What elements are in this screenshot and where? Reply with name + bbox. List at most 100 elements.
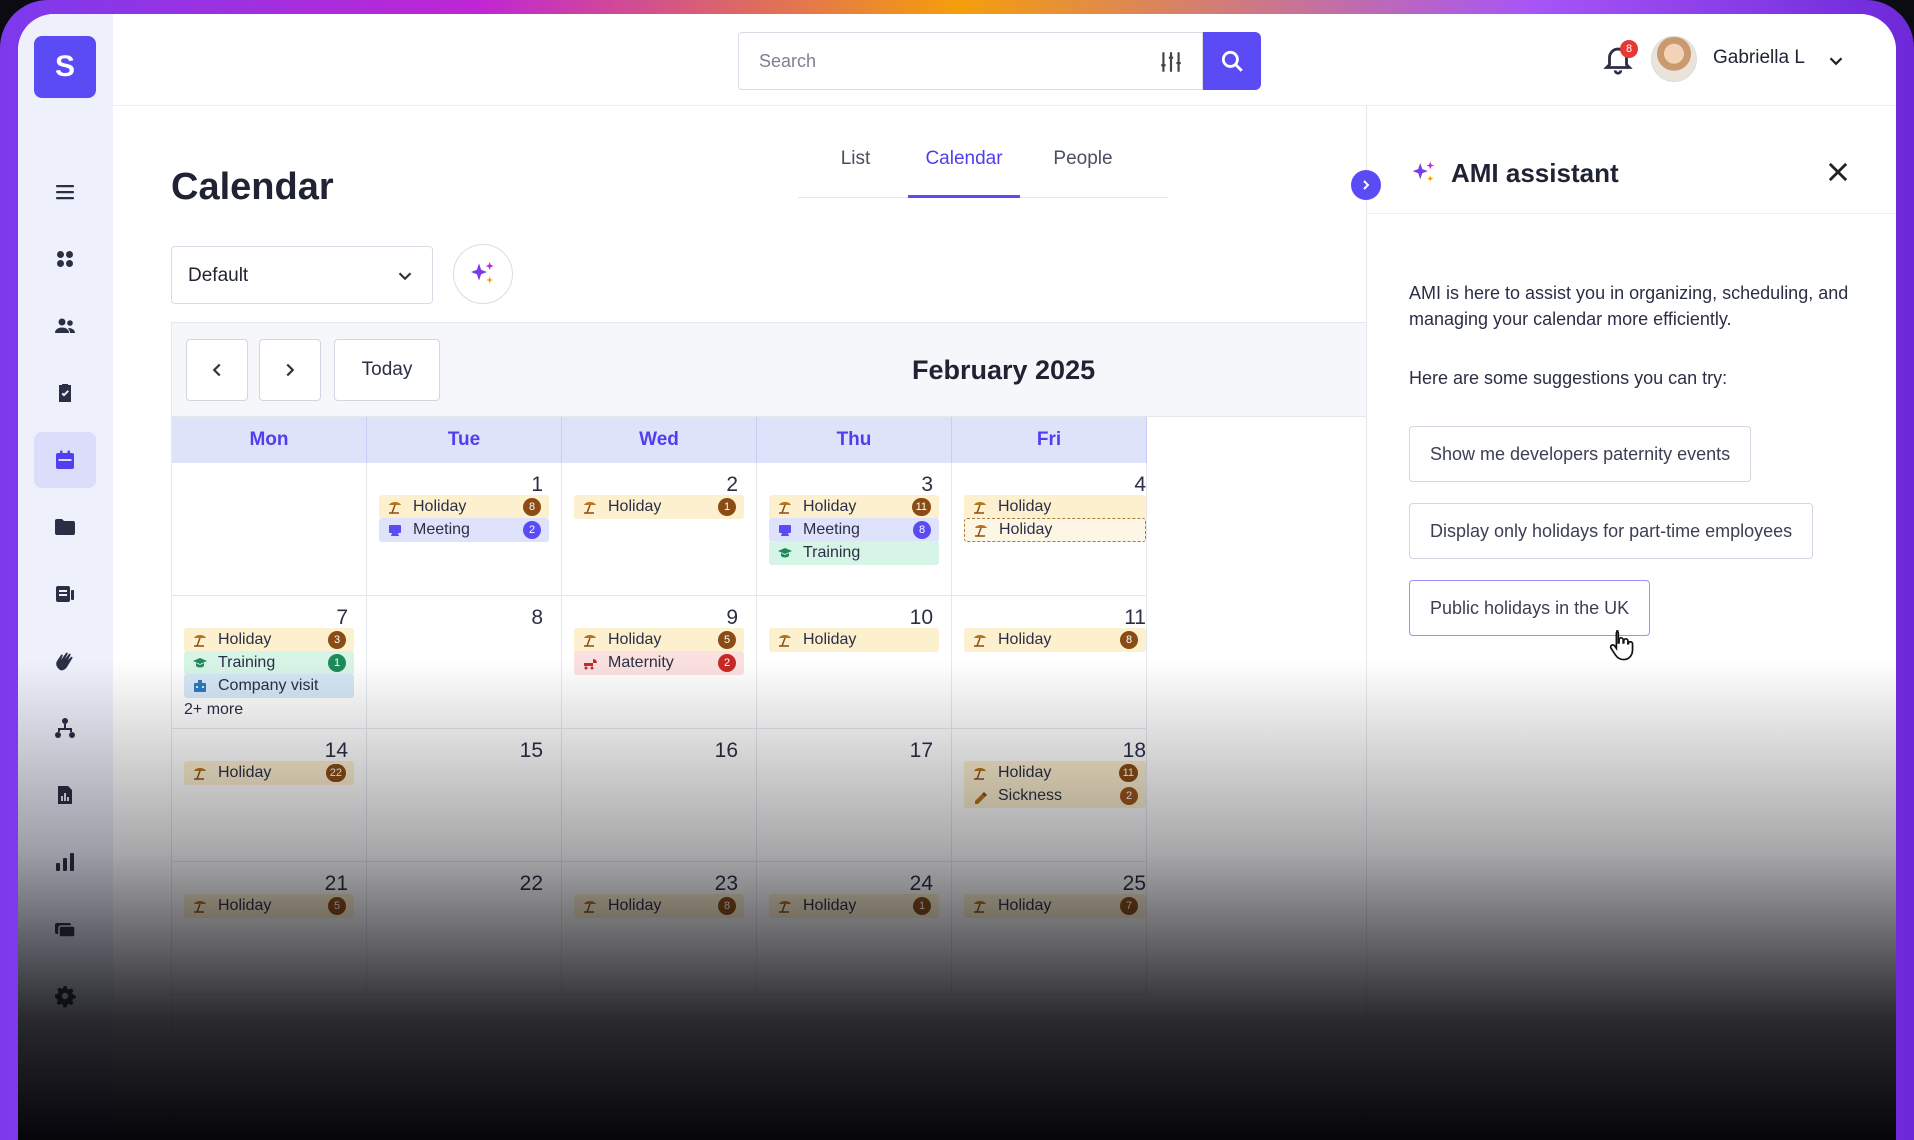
- day-cell[interactable]: 4 Holiday Holiday: [952, 463, 1147, 596]
- event-chip-holiday[interactable]: Holiday 11: [964, 761, 1146, 785]
- view-select[interactable]: Default: [171, 246, 433, 304]
- event-chip-holiday[interactable]: Holiday 8: [964, 628, 1146, 652]
- event-label: Holiday: [998, 631, 1052, 648]
- documents-icon[interactable]: [34, 566, 96, 622]
- user-name[interactable]: Gabriella L: [1713, 47, 1805, 69]
- day-cell[interactable]: 16: [562, 729, 757, 862]
- chevron-down-icon[interactable]: [1825, 50, 1847, 72]
- search-input[interactable]: [759, 33, 1139, 89]
- event-count-badge: 5: [718, 631, 736, 649]
- day-cell[interactable]: 7 Holiday 3 Training 1 Company visit 2+ more: [172, 596, 367, 729]
- event-chip-meeting[interactable]: Meeting 2: [379, 518, 549, 542]
- day-number: 8: [531, 606, 543, 629]
- event-chip-holiday[interactable]: Holiday 5: [574, 628, 744, 652]
- day-cell[interactable]: 14 Holiday 22: [172, 729, 367, 862]
- day-cell[interactable]: 9 Holiday 5 Maternity 2: [562, 596, 757, 729]
- day-cell[interactable]: [172, 463, 367, 596]
- logo-letter: S: [54, 50, 75, 83]
- more-events-link[interactable]: 2+ more: [184, 701, 243, 719]
- suggestion-button[interactable]: Show me developers paternity events: [1409, 426, 1752, 482]
- event-chip-dashed[interactable]: Holiday: [964, 518, 1146, 542]
- day-cell[interactable]: 24 Holiday 1: [757, 862, 952, 995]
- event-chip-holiday[interactable]: Holiday 1: [769, 894, 939, 918]
- event-label: Holiday: [803, 897, 857, 914]
- event-count-badge: 3: [328, 631, 346, 649]
- chevron-right-icon: [286, 363, 295, 377]
- event-label: Holiday: [218, 764, 272, 781]
- today-button[interactable]: Today: [334, 339, 440, 401]
- company-icon: [192, 678, 208, 694]
- event-chip-maternity[interactable]: Maternity 2: [574, 651, 744, 675]
- day-cell[interactable]: 21 Holiday 5: [172, 862, 367, 995]
- tab-list[interactable]: List: [818, 148, 893, 198]
- event-chip-holiday[interactable]: Holiday 22: [184, 761, 354, 785]
- report-icon[interactable]: [34, 767, 96, 823]
- day-cell[interactable]: 22: [367, 862, 562, 995]
- day-cell[interactable]: 2 Holiday 1: [562, 463, 757, 596]
- tab-calendar[interactable]: Calendar: [908, 148, 1020, 198]
- event-chip-holiday[interactable]: Holiday 8: [574, 894, 744, 918]
- day-cell[interactable]: 3 Holiday 11 Meeting 8 Training: [757, 463, 952, 596]
- day-cell[interactable]: 11 Holiday 8: [952, 596, 1147, 729]
- app-window: S Search 8 Gabriella L Calendar List Cal…: [18, 14, 1896, 1140]
- day-number: 15: [519, 739, 543, 762]
- day-cell[interactable]: 18 Holiday 11 Sickness 2: [952, 729, 1147, 862]
- event-label: Holiday: [998, 764, 1052, 781]
- calendar-grid: Today February 2025 Mon Tue Wed Thu Fri 1 Holi…: [171, 322, 1366, 1140]
- event-chip-holiday[interactable]: Holiday 1: [574, 495, 744, 519]
- day-cell[interactable]: 10 Holiday: [757, 596, 952, 729]
- event-chip-training[interactable]: Training: [769, 541, 939, 565]
- day-cell[interactable]: 17: [757, 729, 952, 862]
- holiday-icon: [192, 765, 208, 781]
- assets-icon[interactable]: [34, 901, 96, 957]
- ai-sparkle-button[interactable]: [453, 244, 513, 304]
- event-label: Holiday: [218, 897, 272, 914]
- day-cell[interactable]: 23 Holiday 8: [562, 862, 757, 995]
- event-chip-holiday[interactable]: Holiday 3: [184, 628, 354, 652]
- dashboard-icon[interactable]: [34, 231, 96, 287]
- assistant-intro: AMI is here to assist you in organizing,…: [1409, 283, 1849, 329]
- prev-month-button[interactable]: [186, 339, 248, 401]
- page-title: Calendar: [171, 166, 334, 208]
- day-cell[interactable]: 25 Holiday 7: [952, 862, 1147, 995]
- tasks-icon[interactable]: [34, 365, 96, 421]
- holiday-icon: [582, 632, 598, 648]
- next-month-button[interactable]: [259, 339, 321, 401]
- calendar-icon[interactable]: [34, 432, 96, 488]
- tab-people[interactable]: People: [1033, 148, 1133, 198]
- hand-wave-icon[interactable]: [34, 633, 96, 689]
- event-label: Holiday: [608, 498, 662, 515]
- search-button[interactable]: [1203, 32, 1261, 90]
- collapse-panel-button[interactable]: [1351, 170, 1381, 200]
- holiday-icon: [972, 765, 988, 781]
- event-chip-sickness[interactable]: Sickness 2: [964, 784, 1146, 808]
- settings-icon[interactable]: [34, 968, 96, 1024]
- close-icon[interactable]: [1824, 158, 1852, 186]
- event-chip-holiday[interactable]: Holiday 5: [184, 894, 354, 918]
- event-chip-holiday[interactable]: Holiday 7: [964, 894, 1146, 918]
- search-icon: [1221, 50, 1243, 72]
- event-chip-meeting[interactable]: Meeting 8: [769, 518, 939, 542]
- avatar[interactable]: [1651, 36, 1697, 82]
- event-chip-holiday[interactable]: Holiday 11: [769, 495, 939, 519]
- event-count-badge: 1: [913, 897, 931, 915]
- day-cell[interactable]: 15: [367, 729, 562, 862]
- day-cell[interactable]: 1 Holiday 8 Meeting 2: [367, 463, 562, 596]
- event-label: Holiday: [608, 897, 662, 914]
- event-chip-company[interactable]: Company visit: [184, 674, 354, 698]
- event-count-badge: 5: [328, 897, 346, 915]
- analytics-icon[interactable]: [34, 834, 96, 890]
- folder-icon[interactable]: [34, 499, 96, 555]
- event-label: Holiday: [413, 498, 467, 515]
- suggestion-button[interactable]: Display only holidays for part-time empl…: [1409, 503, 1814, 559]
- event-chip-holiday[interactable]: Holiday 8: [379, 495, 549, 519]
- menu-icon[interactable]: [34, 164, 96, 220]
- event-chip-training[interactable]: Training 1: [184, 651, 354, 675]
- filter-sliders-icon[interactable]: [1158, 49, 1184, 75]
- people-icon[interactable]: [34, 298, 96, 354]
- event-chip-holiday[interactable]: Holiday: [964, 495, 1146, 519]
- org-chart-icon[interactable]: [34, 700, 96, 756]
- event-chip-holiday[interactable]: Holiday: [769, 628, 939, 652]
- app-logo[interactable]: S: [34, 36, 96, 98]
- day-cell[interactable]: 8: [367, 596, 562, 729]
